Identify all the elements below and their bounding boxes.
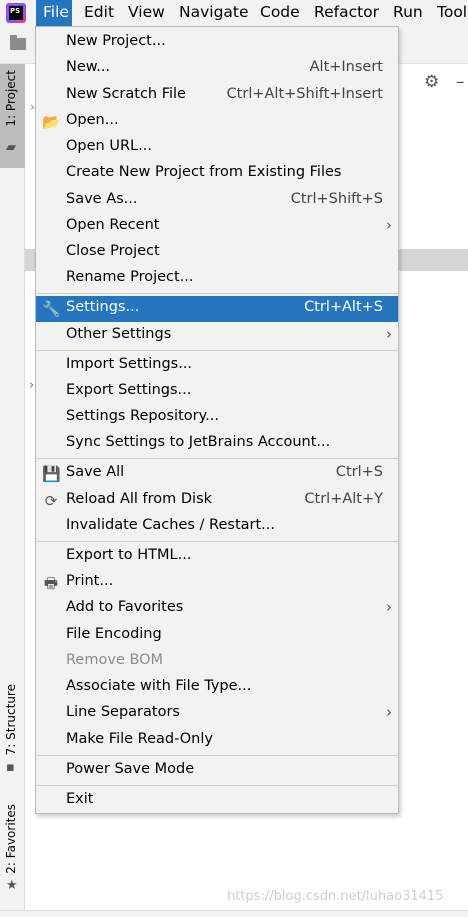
menu-settings-shortcut: Ctrl+Alt+S [304,299,383,315]
menu-view[interactable]: View [128,0,165,26]
tool-tab-favorites[interactable]: 2: Favorites ★ [0,800,25,900]
menu-refactor[interactable]: Refactor [314,0,379,26]
project-folder-icon[interactable] [10,35,26,50]
menu-close-project[interactable]: Close Project [36,240,398,266]
menu-new-scratch-file[interactable]: New Scratch File Ctrl+Alt+Shift+Insert [36,83,398,109]
menu-line-separators[interactable]: Line Separators › [36,701,398,727]
menu-export-to-html[interactable]: Export to HTML... [36,544,398,570]
status-bar [0,910,468,917]
menu-file-encoding[interactable]: File Encoding [36,623,398,649]
menu-exit[interactable]: Exit [36,788,398,814]
menu-invalidate-caches[interactable]: Invalidate Caches / Restart... [36,514,398,540]
menu-export-settings[interactable]: Export Settings... [36,379,398,405]
folder-open-icon: 📂 [42,113,61,131]
reload-icon: ⟳ [44,492,58,510]
menu-power-save-mode[interactable]: Power Save Mode [36,758,398,784]
menu-associate-file-type[interactable]: Associate with File Type... [36,675,398,701]
menu-separator [37,293,398,294]
menu-separator [37,541,398,542]
tree-chevron-icon[interactable]: › [29,378,34,393]
menu-code[interactable]: Code [260,0,300,26]
structure-icon: ▪ [6,760,15,775]
tool-tab-project[interactable]: 1: Project ▰ [0,64,25,168]
menu-separator [37,755,398,756]
menu-reload-shortcut: Ctrl+Alt+Y [304,491,383,507]
tool-tab-favorites-label: 2: Favorites [4,804,18,874]
menu-rename-project[interactable]: Rename Project... [36,266,398,292]
wrench-icon: 🔧 [42,300,61,318]
menu-bar: PS File Edit View Navigate Code Refactor… [0,0,468,26]
menu-save-all-shortcut: Ctrl+S [335,464,383,480]
menu-settings-repository[interactable]: Settings Repository... [36,405,398,431]
menu-save-as[interactable]: Save As... Ctrl+Shift+S [36,188,398,214]
tool-tab-structure-label: 7: Structure [4,684,18,756]
menu-new-shortcut: Alt+Insert [309,59,383,75]
menu-tools[interactable]: Tool [437,0,467,26]
tool-tab-project-label: 1: Project [4,70,18,127]
menu-new-scratch-shortcut: Ctrl+Alt+Shift+Insert [226,86,383,102]
menu-new-project[interactable]: New Project... [36,30,398,56]
menu-remove-bom: Remove BOM [66,652,164,668]
menu-separator [37,458,398,459]
left-tool-strip: 1: Project ▰ 7: Structure ▪ 2: Favorites… [0,64,25,910]
menu-open-url[interactable]: Open URL... [36,135,398,161]
menu-new[interactable]: New... Alt+Insert [36,56,398,82]
file-menu: New Project... New... Alt+Insert New Scra… [35,26,399,814]
gear-icon[interactable]: ⚙ [424,72,439,92]
menu-save-as-shortcut: Ctrl+Shift+S [290,191,383,207]
menu-file[interactable]: File [36,0,72,26]
app-logo-text: PS [9,6,23,20]
menu-run[interactable]: Run [393,0,423,26]
menu-make-read-only[interactable]: Make File Read-Only [36,728,398,754]
submenu-arrow-icon: › [386,598,392,616]
hide-panel-icon[interactable]: – [456,72,465,92]
star-icon: ★ [6,878,18,893]
submenu-arrow-icon: › [386,216,392,234]
printer-icon: 🖶 [43,574,59,592]
menu-separator [37,350,398,351]
menu-open-recent[interactable]: Open Recent › [36,214,398,240]
menu-sync-settings[interactable]: Sync Settings to JetBrains Account... [36,431,398,457]
submenu-arrow-icon: › [386,703,392,721]
menu-reload-all[interactable]: ⟳ Reload All from Disk Ctrl+Alt+Y [36,488,398,514]
tool-tab-structure[interactable]: 7: Structure ▪ [0,678,25,782]
menu-separator [37,785,398,786]
project-folder-small-icon: ▰ [6,140,16,155]
menu-save-all[interactable]: 💾 Save All Ctrl+S [36,461,398,487]
menu-create-from-existing[interactable]: Create New Project from Existing Files [36,161,398,187]
menu-open[interactable]: 📂 Open... [36,109,398,135]
menu-edit[interactable]: Edit [84,0,114,26]
save-icon: 💾 [42,465,61,483]
menu-add-to-favorites[interactable]: Add to Favorites › [36,596,398,622]
menu-other-settings[interactable]: Other Settings › [36,323,398,349]
menu-print[interactable]: 🖶 Print... [36,570,398,596]
menu-settings[interactable]: 🔧 Settings... Ctrl+Alt+S [36,296,398,322]
watermark: https://blog.csdn.net/luhao31415 [227,889,444,904]
submenu-arrow-icon: › [386,325,392,343]
phpstorm-logo-icon: PS [6,3,26,23]
menu-import-settings[interactable]: Import Settings... [36,353,398,379]
menu-navigate[interactable]: Navigate [179,0,249,26]
